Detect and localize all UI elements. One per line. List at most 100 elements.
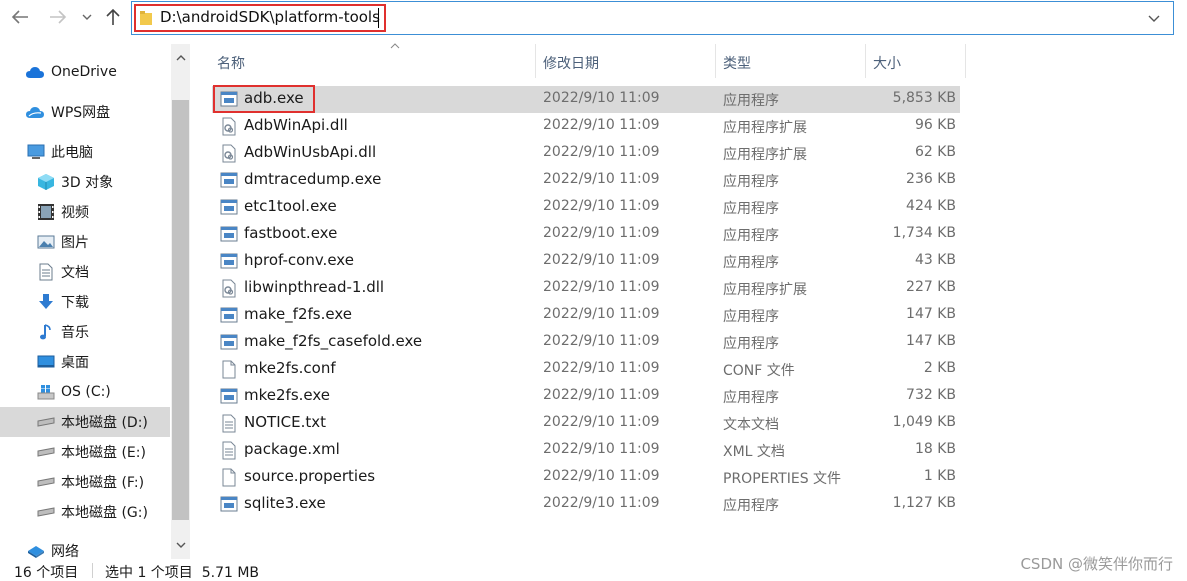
file-size: 1,049 KB xyxy=(892,414,956,430)
sidebar-item-drive-e[interactable]: 本地磁盘 (E:) xyxy=(0,437,170,467)
sidebar-item-this-pc[interactable]: 此电脑 xyxy=(0,137,170,167)
address-path[interactable]: D:\androidSDK\platform-tools xyxy=(160,8,380,26)
file-row[interactable]: hprof-conv.exe 2022/9/10 11:09 应用程序 43 KB xyxy=(212,248,960,275)
file-row[interactable]: mke2fs.conf 2022/9/10 11:09 CONF 文件 2 KB xyxy=(212,356,960,383)
column-divider[interactable] xyxy=(865,44,866,78)
file-date: 2022/9/10 11:09 xyxy=(543,225,660,241)
sidebar-item-label: 视频 xyxy=(61,205,89,221)
drive-icon xyxy=(36,473,56,491)
file-size: 62 KB xyxy=(914,144,956,160)
column-header-size[interactable]: 大小 xyxy=(873,44,901,82)
computer-icon xyxy=(26,143,46,161)
sidebar-item-onedrive[interactable]: OneDrive xyxy=(0,57,170,87)
chevron-down-icon[interactable] xyxy=(1147,11,1161,25)
arrow-up-icon xyxy=(106,8,120,25)
column-header-label: 名称 xyxy=(217,56,245,72)
file-date: 2022/9/10 11:09 xyxy=(543,90,660,106)
file-type: 应用程序 xyxy=(723,201,779,217)
file-type: XML 文档 xyxy=(723,444,785,460)
sidebar-item-drive-c[interactable]: OS (C:) xyxy=(0,377,170,407)
file-row[interactable]: dmtracedump.exe 2022/9/10 11:09 应用程序 236 KB xyxy=(212,167,960,194)
chevron-down-icon xyxy=(82,14,92,20)
column-header-date[interactable]: 修改日期 xyxy=(543,44,599,82)
file-row[interactable]: mke2fs.exe 2022/9/10 11:09 应用程序 732 KB xyxy=(212,383,960,410)
forward-button[interactable] xyxy=(44,4,72,30)
file-row[interactable]: AdbWinApi.dll 2022/9/10 11:09 应用程序扩展 96 KB xyxy=(212,113,960,140)
arrow-right-icon xyxy=(50,10,67,24)
file-date: 2022/9/10 11:09 xyxy=(543,495,660,511)
file-size: 1,734 KB xyxy=(892,225,956,241)
file-row[interactable]: etc1tool.exe 2022/9/10 11:09 应用程序 424 KB xyxy=(212,194,960,221)
file-row[interactable]: AdbWinUsbApi.dll 2022/9/10 11:09 应用程序扩展 62 … xyxy=(212,140,960,167)
up-button[interactable] xyxy=(100,4,126,30)
file-size: 147 KB xyxy=(906,333,956,349)
file-name: make_f2fs_casefold.exe xyxy=(244,332,423,350)
sidebar-item-pictures[interactable]: 图片 xyxy=(0,227,170,257)
sidebar-item-label: 桌面 xyxy=(61,355,89,371)
sidebar-item-music[interactable]: 音乐 xyxy=(0,317,170,347)
scroll-down-icon[interactable] xyxy=(173,538,188,552)
exe-icon xyxy=(220,225,238,244)
file-date: 2022/9/10 11:09 xyxy=(543,144,660,160)
recent-locations-button[interactable] xyxy=(78,4,96,30)
sidebar-item-documents[interactable]: 文档 xyxy=(0,257,170,287)
sidebar-item-drive-f[interactable]: 本地磁盘 (F:) xyxy=(0,467,170,497)
file-name: AdbWinUsbApi.dll xyxy=(244,143,377,161)
item-count: 16 个项目 xyxy=(14,565,79,581)
file-list: 名称 修改日期 类型 大小 adb.exe 2022/9/10 11:09 应用程序… xyxy=(195,43,1187,559)
column-divider[interactable] xyxy=(965,44,966,78)
sidebar-item-desktop[interactable]: 桌面 xyxy=(0,347,170,377)
sidebar-item-downloads[interactable]: 下载 xyxy=(0,287,170,317)
file-size: 96 KB xyxy=(914,117,956,133)
sidebar-item-videos[interactable]: 视频 xyxy=(0,197,170,227)
scrollbar-thumb[interactable] xyxy=(172,100,189,520)
file-row[interactable]: NOTICE.txt 2022/9/10 11:09 文本文档 1,049 KB xyxy=(212,410,960,437)
file-size: 227 KB xyxy=(906,279,956,295)
sidebar-item-label: 3D 对象 xyxy=(61,175,114,191)
exe-icon xyxy=(220,333,238,352)
file-date: 2022/9/10 11:09 xyxy=(543,198,660,214)
file-date: 2022/9/10 11:09 xyxy=(543,333,660,349)
sidebar-item-wps[interactable]: WPS网盘 xyxy=(0,97,170,127)
sidebar-item-label: 本地磁盘 (G:) xyxy=(61,505,148,521)
sidebar-scrollbar[interactable] xyxy=(171,44,190,559)
file-row[interactable]: source.properties 2022/9/10 11:09 PROPERTI… xyxy=(212,464,960,491)
file-type: 应用程序 xyxy=(723,174,779,190)
sidebar-item-label: OS (C:) xyxy=(61,384,111,400)
sidebar-item-3d-objects[interactable]: 3D 对象 xyxy=(0,167,170,197)
file-row[interactable]: make_f2fs.exe 2022/9/10 11:09 应用程序 147 KB xyxy=(212,302,960,329)
column-header-name[interactable]: 名称 xyxy=(217,43,400,82)
file-name: mke2fs.exe xyxy=(244,386,331,404)
file-type: 应用程序扩展 xyxy=(723,282,807,298)
file-row[interactable]: fastboot.exe 2022/9/10 11:09 应用程序 1,734 KB xyxy=(212,221,960,248)
column-header-type[interactable]: 类型 xyxy=(723,44,751,82)
address-bar[interactable]: D:\androidSDK\platform-tools xyxy=(131,1,1174,35)
column-divider[interactable] xyxy=(535,44,536,78)
column-header-label: 修改日期 xyxy=(543,56,599,72)
status-divider xyxy=(92,563,93,578)
file-row[interactable]: make_f2fs_casefold.exe 2022/9/10 11:09 应用程… xyxy=(212,329,960,356)
file-name: package.xml xyxy=(244,440,340,458)
file-name: mke2fs.conf xyxy=(244,359,336,377)
file-type: 应用程序 xyxy=(723,255,779,271)
file-size: 236 KB xyxy=(906,171,956,187)
sidebar-item-drive-g[interactable]: 本地磁盘 (G:) xyxy=(0,497,170,527)
sidebar-item-label: OneDrive xyxy=(51,64,117,80)
file-icon xyxy=(220,468,238,487)
selection-highlight-box xyxy=(213,85,315,113)
file-name: make_f2fs.exe xyxy=(244,305,352,323)
file-row[interactable]: libwinpthread-1.dll 2022/9/10 11:09 应用程序扩展… xyxy=(212,275,960,302)
file-date: 2022/9/10 11:09 xyxy=(543,306,660,322)
scroll-up-icon[interactable] xyxy=(173,50,188,64)
file-row[interactable]: package.xml 2022/9/10 11:09 XML 文档 18 KB xyxy=(212,437,960,464)
file-date: 2022/9/10 11:09 xyxy=(543,468,660,484)
navigation-pane: OneDrive WPS网盘 此电脑 3D 对象 视频 图片 文档 下载 音乐 … xyxy=(0,44,190,560)
drive-icon xyxy=(36,503,56,521)
file-type: 应用程序 xyxy=(723,390,779,406)
column-divider[interactable] xyxy=(715,44,716,78)
back-button[interactable] xyxy=(6,4,34,30)
sidebar-item-drive-d[interactable]: 本地磁盘 (D:) xyxy=(0,407,170,437)
file-row[interactable]: adb.exe 2022/9/10 11:09 应用程序 5,853 KB xyxy=(212,85,960,113)
file-date: 2022/9/10 11:09 xyxy=(543,441,660,457)
file-row[interactable]: sqlite3.exe 2022/9/10 11:09 应用程序 1,127 KB xyxy=(212,491,960,518)
